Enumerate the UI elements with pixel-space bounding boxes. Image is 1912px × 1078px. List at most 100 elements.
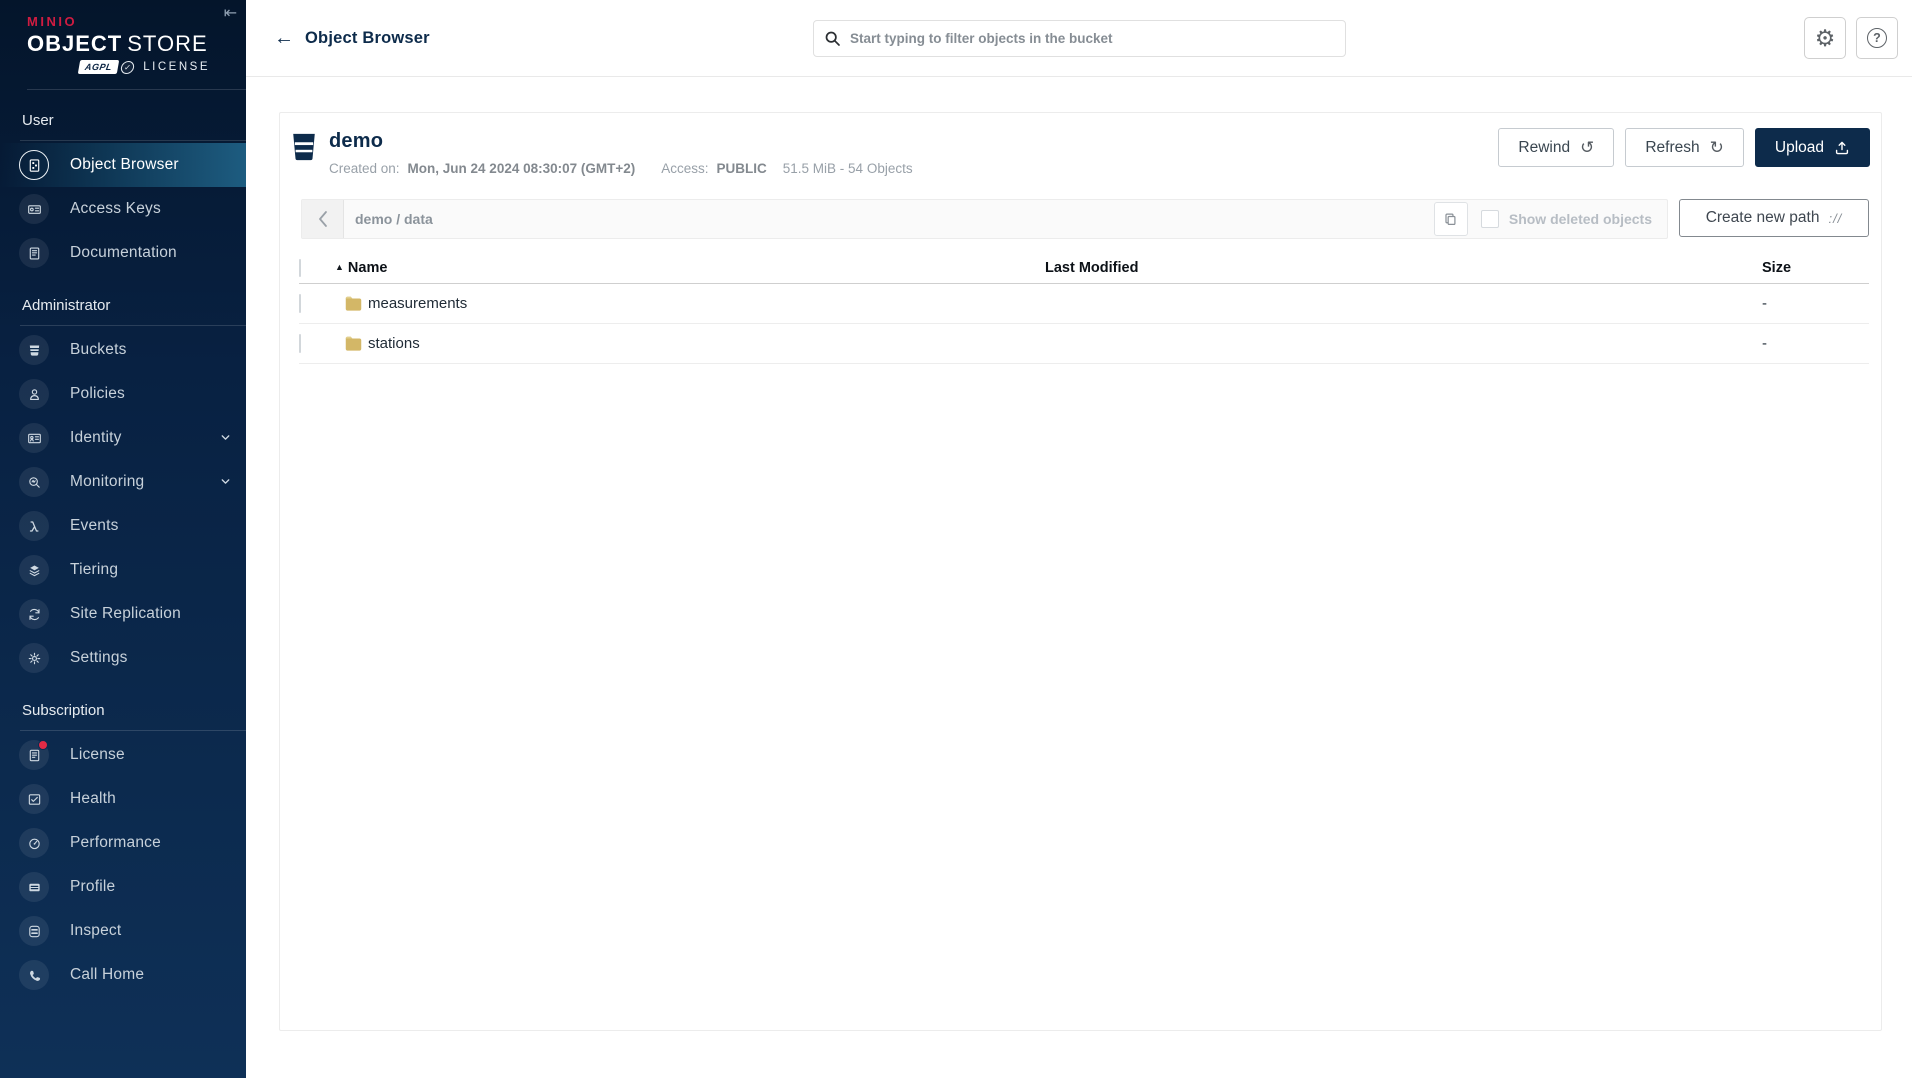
monitoring-icon — [19, 467, 49, 497]
bucket-icon — [292, 133, 316, 176]
app-title: OBJECTSTORE — [27, 31, 246, 57]
sidebar-item-label: Tiering — [70, 561, 118, 579]
object-size: - — [1762, 295, 1869, 312]
table-row-measurements[interactable]: measurements - — [299, 284, 1869, 324]
sidebar-item-tiering[interactable]: Tiering — [0, 548, 246, 592]
upload-button[interactable]: Upload — [1755, 128, 1870, 167]
settings-icon — [19, 643, 49, 673]
sidebar-item-documentation[interactable]: Documentation — [0, 231, 246, 275]
rewind-icon: ↺ — [1580, 139, 1594, 156]
sidebar-item-site-replication[interactable]: Site Replication — [0, 592, 246, 636]
select-all-checkbox[interactable] — [299, 259, 301, 277]
sidebar-item-identity[interactable]: Identity — [0, 416, 246, 460]
sidebar-collapse-icon[interactable]: ⇤ — [224, 6, 237, 22]
sidebar: ⇤ MINIO OBJECTSTORE AGPL ✓ LICENSE UserO… — [0, 0, 246, 1078]
breadcrumb[interactable]: demo / data — [344, 211, 1434, 227]
object-name[interactable]: measurements — [368, 295, 467, 312]
sidebar-item-settings[interactable]: Settings — [0, 636, 246, 680]
tiering-icon — [19, 555, 49, 585]
sidebar-item-label: Monitoring — [70, 473, 144, 491]
row-checkbox[interactable] — [299, 334, 301, 353]
object-filter-search[interactable] — [813, 20, 1346, 57]
chevron-down-icon[interactable] — [219, 431, 232, 444]
column-header-name[interactable]: ▲Name — [335, 260, 1045, 276]
row-checkbox[interactable] — [299, 294, 301, 313]
settings-button[interactable]: ⚙ — [1804, 17, 1846, 59]
access-label: Access: — [661, 161, 708, 176]
main-area: ← Object Browser ⚙ ? — [246, 0, 1912, 1078]
sidebar-item-label: Call Home — [70, 966, 144, 984]
sidebar-item-monitoring[interactable]: Monitoring — [0, 460, 246, 504]
sidebar-item-buckets[interactable]: Buckets — [0, 328, 246, 372]
bucket-usage: 51.5 MiB - 54 Objects — [783, 161, 913, 176]
events-icon — [19, 511, 49, 541]
sidebar-item-performance[interactable]: Performance — [0, 821, 246, 865]
profile-icon — [19, 872, 49, 902]
bucket-browser-card: demo Created on: Mon, Jun 24 2024 08:30:… — [279, 112, 1882, 1031]
help-icon: ? — [1867, 28, 1887, 48]
chevron-down-icon[interactable] — [219, 475, 232, 488]
sidebar-item-inspect[interactable]: Inspect — [0, 909, 246, 953]
refresh-icon: ↻ — [1710, 139, 1724, 156]
path-row: demo / data Show deleted objects Create … — [301, 199, 1869, 239]
create-new-path-button[interactable]: Create new path :// — [1679, 199, 1869, 237]
sidebar-item-label: Profile — [70, 878, 115, 896]
notification-dot — [38, 740, 48, 750]
sidebar-item-policies[interactable]: Policies — [0, 372, 246, 416]
rewind-label: Rewind — [1518, 139, 1570, 157]
back-arrow-icon[interactable]: ← — [274, 28, 294, 48]
refresh-button[interactable]: Refresh ↻ — [1625, 128, 1744, 167]
access-value: PUBLIC — [717, 161, 767, 176]
breadcrumb-back-button[interactable] — [302, 200, 344, 238]
upload-icon — [1834, 140, 1850, 156]
column-header-last-modified[interactable]: Last Modified — [1045, 260, 1762, 276]
copy-path-button[interactable] — [1434, 202, 1468, 236]
refresh-label: Refresh — [1645, 139, 1699, 157]
sidebar-item-profile[interactable]: Profile — [0, 865, 246, 909]
sidebar-item-label: Health — [70, 790, 116, 808]
agpl-swoosh-icon: ✓ — [120, 61, 135, 74]
sidebar-item-label: Buckets — [70, 341, 127, 359]
sidebar-item-health[interactable]: Health — [0, 777, 246, 821]
divider — [20, 730, 246, 731]
sidebar-item-label: Identity — [70, 429, 122, 447]
show-deleted-toggle: Show deleted objects — [1481, 210, 1652, 228]
sidebar-item-label: Site Replication — [70, 605, 181, 623]
upload-label: Upload — [1775, 139, 1824, 157]
rewind-button[interactable]: Rewind ↺ — [1498, 128, 1614, 167]
sidebar-item-call-home[interactable]: Call Home — [0, 953, 246, 997]
call-home-icon — [19, 960, 49, 990]
sidebar-item-label: Events — [70, 517, 119, 535]
help-button[interactable]: ? — [1856, 17, 1898, 59]
sidebar-item-label: Settings — [70, 649, 128, 667]
agpl-badge: AGPL — [78, 60, 119, 74]
table-header-row: ▲Name Last Modified Size — [299, 252, 1869, 284]
sidebar-item-access-keys[interactable]: Access Keys — [0, 187, 246, 231]
objects-table: ▲Name Last Modified Size measurements-st… — [299, 252, 1869, 364]
license-label: LICENSE — [143, 61, 210, 73]
performance-icon — [19, 828, 49, 858]
buckets-icon — [19, 335, 49, 365]
folder-icon — [345, 296, 362, 311]
sidebar-item-object-browser[interactable]: Object Browser — [0, 143, 246, 187]
sidebar-item-label: Documentation — [70, 244, 177, 262]
created-on-label: Created on: — [329, 161, 400, 176]
sidebar-item-license[interactable]: License — [0, 733, 246, 777]
object-name[interactable]: stations — [368, 335, 420, 352]
documentation-icon — [19, 238, 49, 268]
table-row-stations[interactable]: stations - — [299, 324, 1869, 364]
column-header-size[interactable]: Size — [1762, 260, 1869, 276]
show-deleted-checkbox[interactable] — [1481, 210, 1499, 228]
section-header-user: User — [0, 90, 246, 140]
sidebar-item-events[interactable]: Events — [0, 504, 246, 548]
object-size: - — [1762, 335, 1869, 352]
create-new-path-label: Create new path — [1706, 209, 1820, 227]
divider — [20, 325, 246, 326]
access-keys-icon — [19, 194, 49, 224]
gear-icon: ⚙ — [1815, 27, 1836, 50]
minio-brand-text: MINIO — [27, 14, 246, 29]
created-on-value: Mon, Jun 24 2024 08:30:07 (GMT+2) — [408, 161, 636, 176]
sidebar-item-label: Policies — [70, 385, 125, 403]
search-input[interactable] — [850, 31, 1335, 46]
app-logo: MINIO OBJECTSTORE AGPL ✓ LICENSE — [0, 0, 246, 74]
